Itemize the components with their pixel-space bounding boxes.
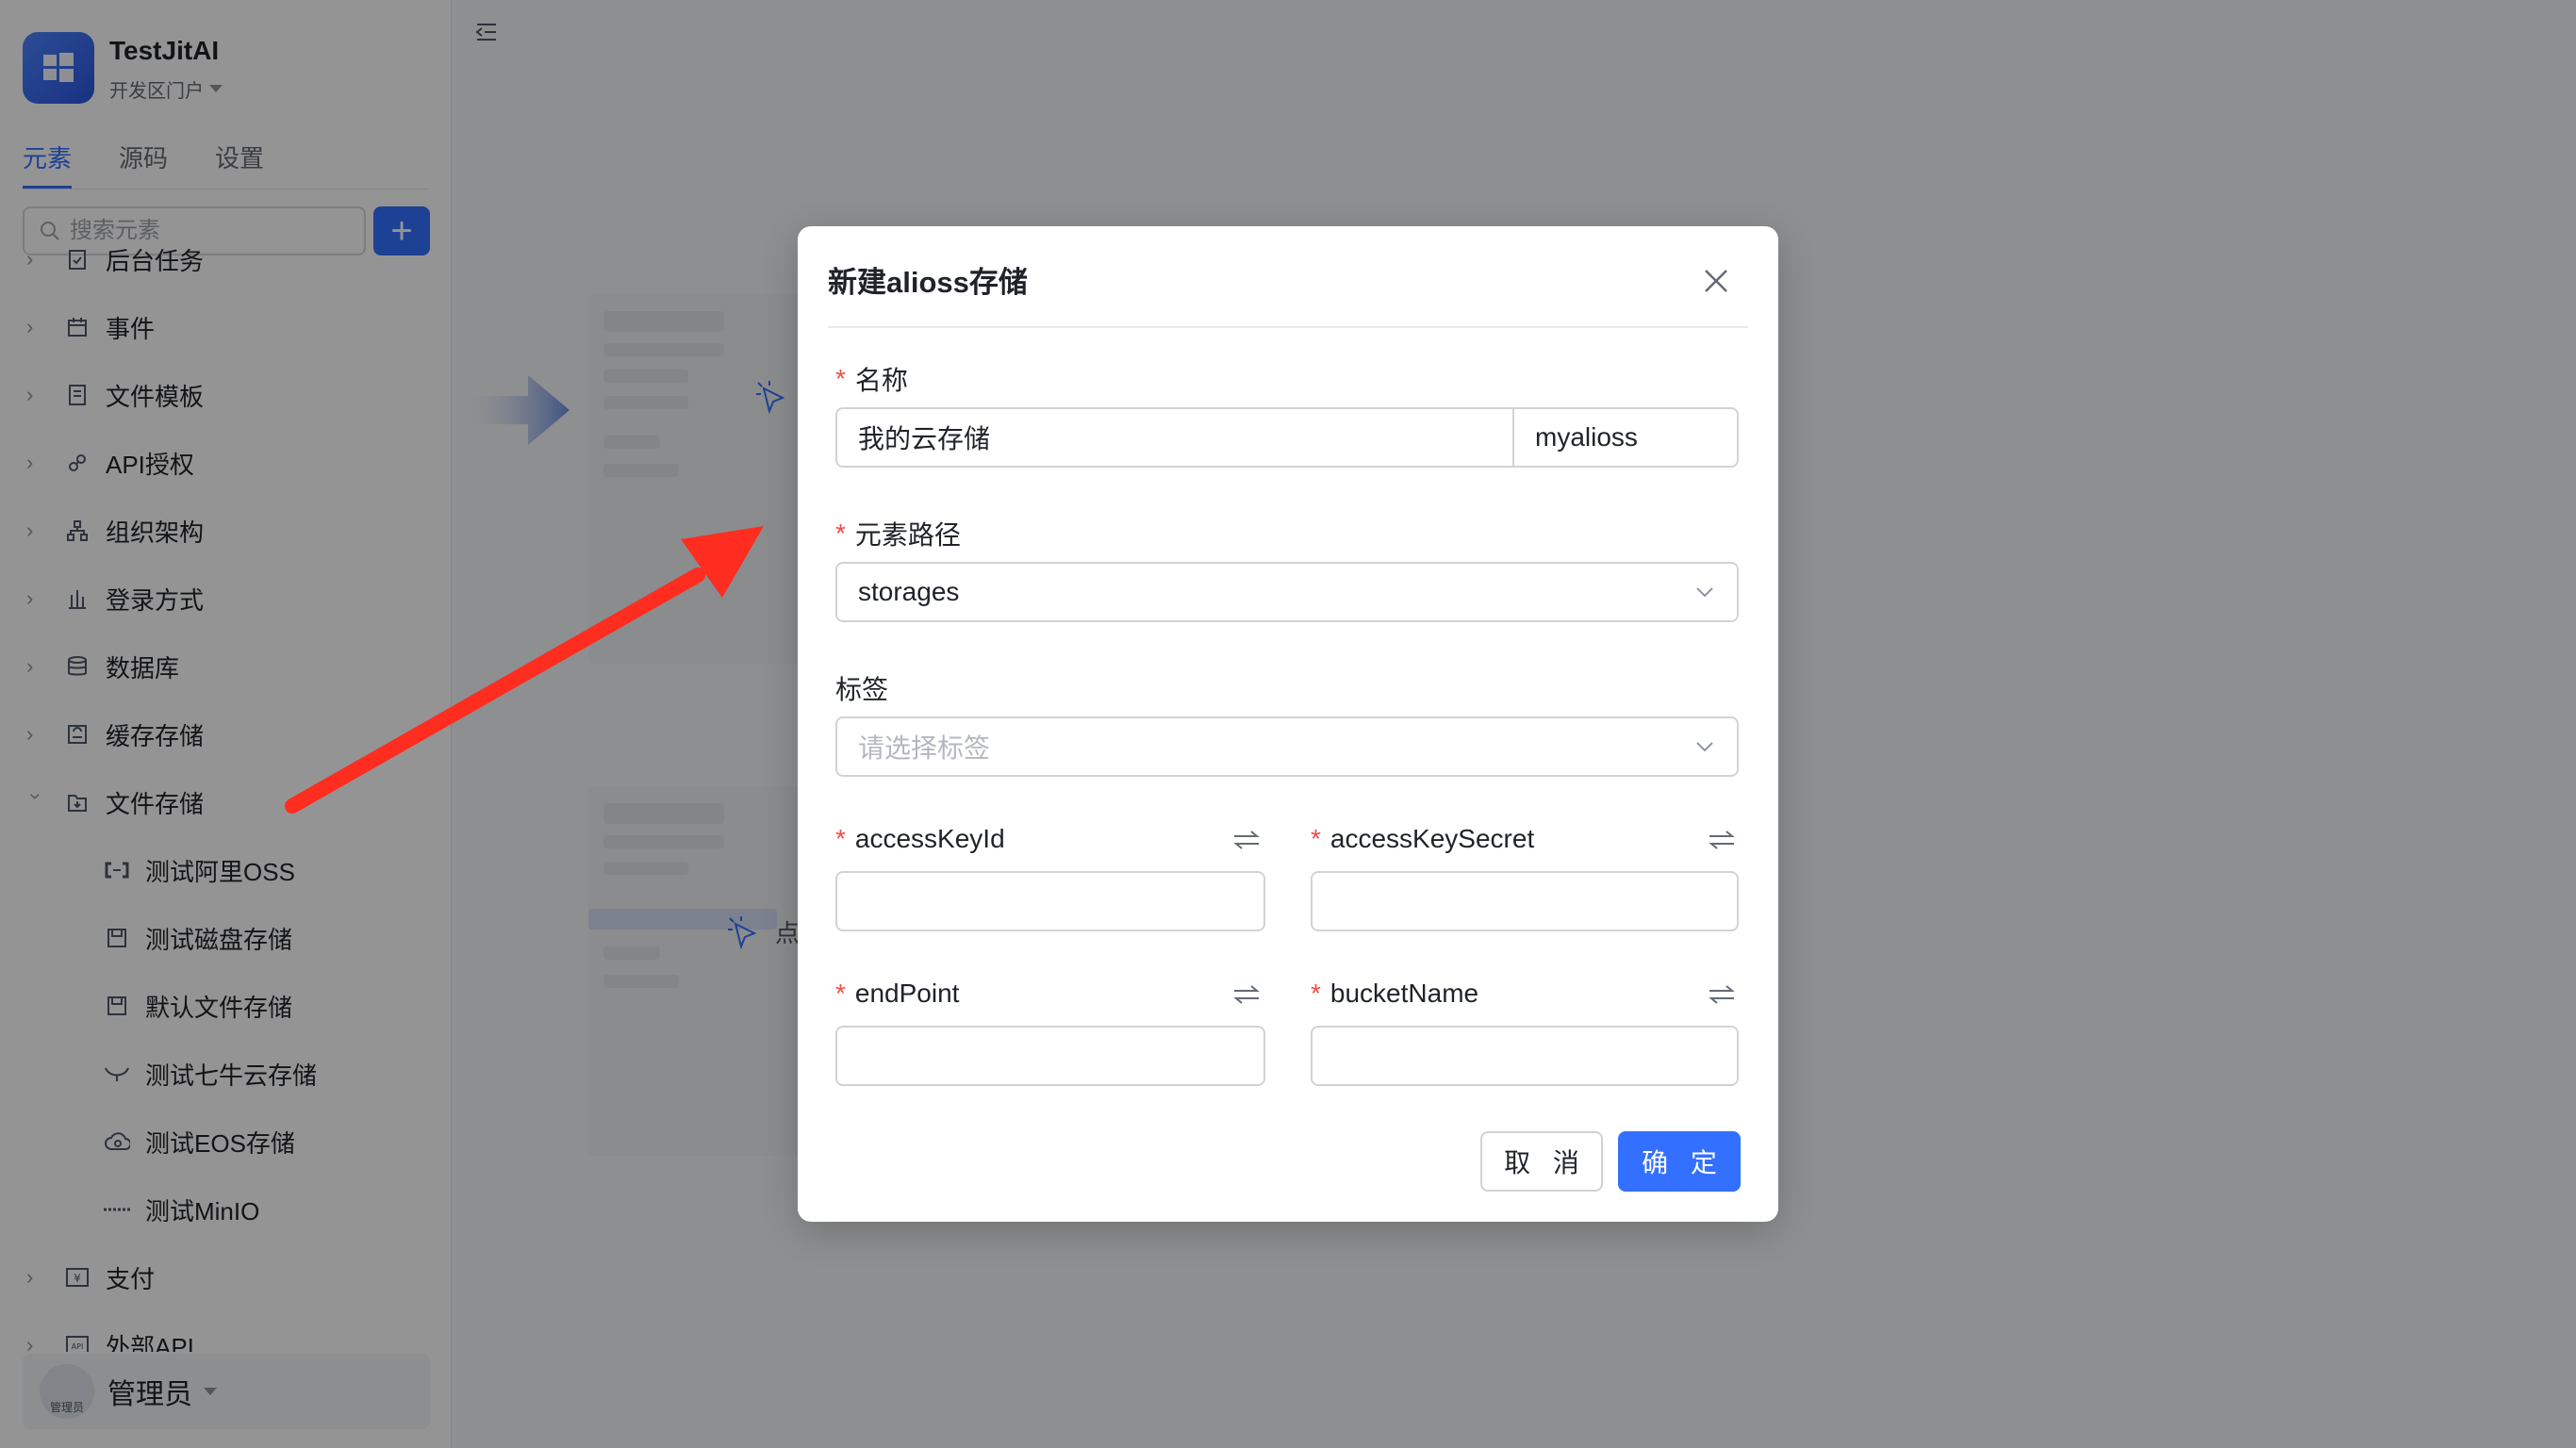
name-label-text: 名称 [854,366,908,395]
swap-icon[interactable] [1230,826,1263,854]
confirm-button[interactable]: 确 定 [1618,1131,1741,1192]
name-id-input[interactable] [1512,407,1739,468]
required-mark: * [1311,979,1321,1008]
required-mark: * [835,824,846,853]
tag-label-text: 标签 [835,675,889,704]
access-key-id-label: * accessKeyId [835,824,1005,854]
close-icon[interactable] [1695,260,1737,302]
swap-icon[interactable] [1230,980,1263,1009]
required-mark: * [835,518,846,548]
swap-icon[interactable] [1705,826,1739,854]
tag-select[interactable]: 请选择标签 [835,716,1739,777]
swap-icon[interactable] [1705,980,1739,1009]
required-mark: * [835,979,846,1008]
name-label: * 名称 [835,360,908,398]
create-storage-dialog: 新建alioss存储 * 名称 * 元素路径 storages 标签 请选择标签… [798,226,1778,1222]
chevron-down-icon [1696,742,1713,752]
endpoint-label-text: endPoint [854,979,960,1008]
access-key-secret-input[interactable] [1311,871,1739,931]
access-key-secret-label: * accessKeySecret [1311,824,1534,854]
path-label: * 元素路径 [835,515,961,552]
tag-label: 标签 [835,669,888,707]
bucket-name-input[interactable] [1311,1026,1739,1086]
endpoint-input[interactable] [835,1026,1265,1086]
path-label-text: 元素路径 [854,520,961,550]
chevron-down-icon [1696,587,1713,598]
required-mark: * [1311,824,1321,853]
cancel-button[interactable]: 取 消 [1480,1131,1603,1192]
access-key-secret-label-text: accessKeySecret [1329,824,1535,853]
bucket-name-label-text: bucketName [1329,979,1479,1008]
dialog-title: 新建alioss存储 [828,266,1028,299]
access-key-id-label-text: accessKeyId [854,824,1005,853]
name-input[interactable] [835,407,1514,468]
endpoint-label: * endPoint [835,979,959,1009]
dialog-divider [828,326,1748,328]
required-mark: * [835,364,846,393]
bucket-name-label: * bucketName [1311,979,1478,1009]
access-key-id-input[interactable] [835,871,1265,931]
path-select[interactable]: storages [835,562,1739,622]
tag-placeholder: 请选择标签 [858,733,991,763]
path-value: storages [858,577,960,606]
